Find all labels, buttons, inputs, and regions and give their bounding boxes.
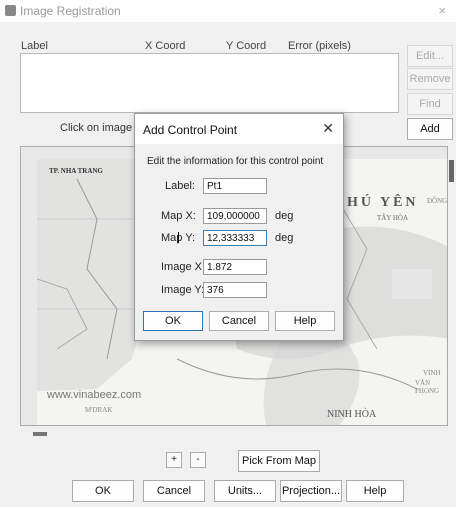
column-header-error[interactable]: Error (pixels) [288, 40, 351, 52]
watermark-text: www.vinabeez.com [47, 389, 142, 401]
dialog-close-icon[interactable]: ✕ [322, 120, 334, 137]
column-header-xcoord[interactable]: X Coord [145, 40, 185, 52]
map-label-mdrak: M'DRAK [85, 406, 113, 414]
dialog-ok-button[interactable]: OK [143, 311, 203, 331]
control-points-list[interactable] [20, 53, 399, 113]
zoom-in-button[interactable]: + [166, 452, 182, 468]
ok-button[interactable]: OK [72, 480, 134, 502]
map-label-phu-yen: HÚ YÊN [347, 195, 419, 210]
column-header-ycoord[interactable]: Y Coord [226, 40, 266, 52]
map-x-field[interactable]: 109,000000 [203, 208, 267, 224]
dialog-title: Add Control Point [143, 123, 238, 137]
label-field-label: Label: [165, 180, 195, 192]
close-icon[interactable]: × [438, 3, 446, 18]
image-y-field[interactable]: 376 [203, 282, 267, 298]
image-x-label: Image X: [161, 261, 206, 273]
map-label-dong: ĐÔNG [427, 197, 448, 205]
find-button[interactable]: Find [407, 93, 453, 115]
image-registration-window: Image Registration × Label X Coord Y Coo… [0, 0, 456, 507]
map-label-van-phong: VĂN PHONG [415, 379, 440, 395]
label-field[interactable]: Pt1 [203, 178, 267, 194]
map-y-field[interactable]: 12,333333 [203, 230, 267, 246]
app-icon [5, 5, 16, 16]
remove-button[interactable]: Remove [407, 68, 453, 90]
column-header-label[interactable]: Label [21, 40, 48, 52]
pick-from-map-button[interactable]: Pick From Map [238, 450, 320, 472]
horizontal-scrollbar-thumb[interactable] [33, 432, 47, 436]
window-title: Image Registration [20, 4, 121, 18]
projection-button[interactable]: Projection... [280, 480, 342, 502]
text-caret [178, 232, 179, 243]
map-y-unit: deg [275, 232, 294, 244]
title-bar: Image Registration × [0, 0, 456, 22]
dialog-title-bar: Add Control Point ✕ [135, 114, 343, 144]
map-label-ninh-hoa: NINH HÒA [327, 409, 377, 420]
map-label-nha-trang: TP. NHA TRANG [49, 167, 103, 175]
add-control-point-dialog: Add Control Point ✕ Edit the information… [134, 113, 344, 341]
map-x-unit: deg [275, 210, 294, 222]
add-button[interactable]: Add [407, 118, 453, 140]
map-label-tay-hoa: TÂY HÒA [377, 214, 409, 222]
edit-button[interactable]: Edit... [407, 45, 453, 67]
map-x-label: Map X: [161, 210, 196, 222]
image-x-field[interactable]: 1.872 [203, 259, 267, 275]
map-label-vinh: VINH [423, 369, 441, 377]
vertical-scrollbar-thumb[interactable] [449, 160, 454, 182]
dialog-cancel-button[interactable]: Cancel [209, 311, 269, 331]
image-y-label: Image Y: [161, 284, 205, 296]
cancel-button[interactable]: Cancel [143, 480, 205, 502]
dialog-instructions: Edit the information for this control po… [147, 156, 324, 167]
help-button[interactable]: Help [346, 480, 404, 502]
zoom-out-button[interactable]: - [190, 452, 206, 468]
dialog-help-button[interactable]: Help [275, 311, 335, 331]
units-button[interactable]: Units... [214, 480, 276, 502]
